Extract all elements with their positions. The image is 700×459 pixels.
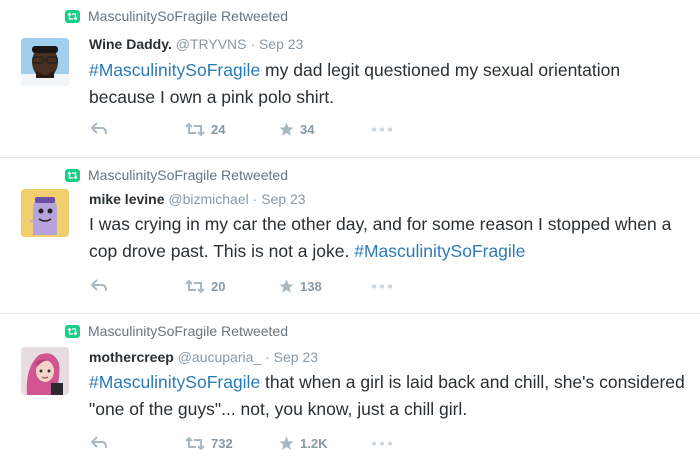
- tweet-header: Wine Daddy. @TRYVNS · Sep 23: [89, 36, 303, 52]
- retweeted-by-label: MasculinitySoFragile Retweeted: [88, 323, 288, 339]
- retweet-badge-icon: [65, 9, 80, 23]
- tweet-text: I was crying in my car the other day, an…: [89, 211, 689, 265]
- pink-hair-avatar-icon: [21, 347, 69, 395]
- display-name[interactable]: mothercreep: [89, 349, 174, 365]
- star-icon: [279, 279, 294, 293]
- tweet-date[interactable]: Sep 23: [274, 349, 318, 365]
- reply-icon: [91, 122, 107, 135]
- more-dots-icon: [372, 127, 392, 132]
- user-avatar[interactable]: [21, 38, 69, 86]
- more-button[interactable]: [371, 284, 393, 289]
- tweet[interactable]: MasculinitySoFragile Retweeted mothercre…: [0, 314, 700, 459]
- retweet-badge-icon: [65, 168, 80, 182]
- hashtag-link[interactable]: #MasculinitySoFragile: [89, 60, 260, 80]
- retweeted-by-label: MasculinitySoFragile Retweeted: [88, 8, 288, 24]
- favorite-button[interactable]: 34: [279, 122, 314, 137]
- cartoon-avatar-icon: [21, 189, 69, 237]
- tweet-text: #MasculinitySoFragile my dad legit quest…: [89, 57, 689, 111]
- more-button[interactable]: [371, 441, 393, 446]
- man-glasses-avatar-icon: [21, 38, 69, 86]
- retweet-button[interactable]: 20: [185, 279, 225, 294]
- hashtag-link[interactable]: #MasculinitySoFragile: [89, 372, 260, 392]
- tweet-actions: 20 138: [89, 279, 489, 299]
- reply-button[interactable]: [91, 279, 108, 292]
- separator-dot: ·: [252, 191, 258, 207]
- star-icon: [279, 436, 294, 450]
- favorite-count: 34: [300, 122, 315, 137]
- tweet[interactable]: MasculinitySoFragile Retweeted mike levi…: [0, 158, 700, 313]
- separator-dot: ·: [250, 36, 256, 52]
- user-handle[interactable]: @aucuparia_: [178, 349, 262, 365]
- retweet-button[interactable]: 732: [185, 436, 233, 451]
- display-name[interactable]: Wine Daddy.: [89, 36, 172, 52]
- favorite-button[interactable]: 1.2K: [279, 436, 327, 451]
- tweet-header: mike levine @bizmichael · Sep 23: [89, 191, 306, 207]
- retweeted-by-label: MasculinitySoFragile Retweeted: [88, 167, 288, 183]
- tweet-actions: 24 34: [89, 122, 489, 142]
- retweet-icon: [185, 123, 205, 136]
- retweet-count: 732: [211, 436, 233, 451]
- separator-dot: ·: [265, 349, 270, 365]
- tweet[interactable]: MasculinitySoFragile Retweeted Wine Dadd…: [0, 0, 700, 157]
- user-handle[interactable]: @TRYVNS: [176, 36, 247, 52]
- retweet-count: 24: [211, 122, 226, 137]
- retweet-badge-icon: [65, 324, 80, 338]
- retweet-context: MasculinitySoFragile Retweeted: [65, 323, 288, 339]
- user-avatar[interactable]: [21, 189, 69, 237]
- tweet-header: mothercreep @aucuparia_ · Sep 23: [89, 349, 318, 365]
- retweet-context: MasculinitySoFragile Retweeted: [65, 167, 288, 183]
- reply-icon: [91, 436, 107, 449]
- retweet-icon: [185, 437, 205, 450]
- favorite-count: 1.2K: [300, 436, 328, 451]
- tweet-actions: 732 1.2K: [89, 436, 489, 456]
- tweet-date[interactable]: Sep 23: [259, 36, 303, 52]
- display-name[interactable]: mike levine: [89, 191, 165, 207]
- retweet-context: MasculinitySoFragile Retweeted: [65, 8, 288, 24]
- reply-icon: [91, 279, 107, 292]
- more-button[interactable]: [371, 127, 393, 132]
- more-dots-icon: [372, 284, 392, 289]
- retweet-icon: [185, 280, 205, 293]
- retweet-button[interactable]: 24: [185, 122, 225, 137]
- tweet-date[interactable]: Sep 23: [261, 191, 305, 207]
- more-dots-icon: [372, 441, 392, 446]
- hashtag-link[interactable]: #MasculinitySoFragile: [354, 241, 525, 261]
- star-icon: [279, 122, 294, 136]
- reply-button[interactable]: [91, 122, 108, 135]
- favorite-count: 138: [300, 279, 322, 294]
- tweet-text: #MasculinitySoFragile that when a girl i…: [89, 369, 689, 423]
- favorite-button[interactable]: 138: [279, 279, 322, 294]
- reply-button[interactable]: [91, 436, 108, 449]
- user-handle[interactable]: @bizmichael: [168, 191, 248, 207]
- retweet-count: 20: [211, 279, 226, 294]
- user-avatar[interactable]: [21, 347, 69, 395]
